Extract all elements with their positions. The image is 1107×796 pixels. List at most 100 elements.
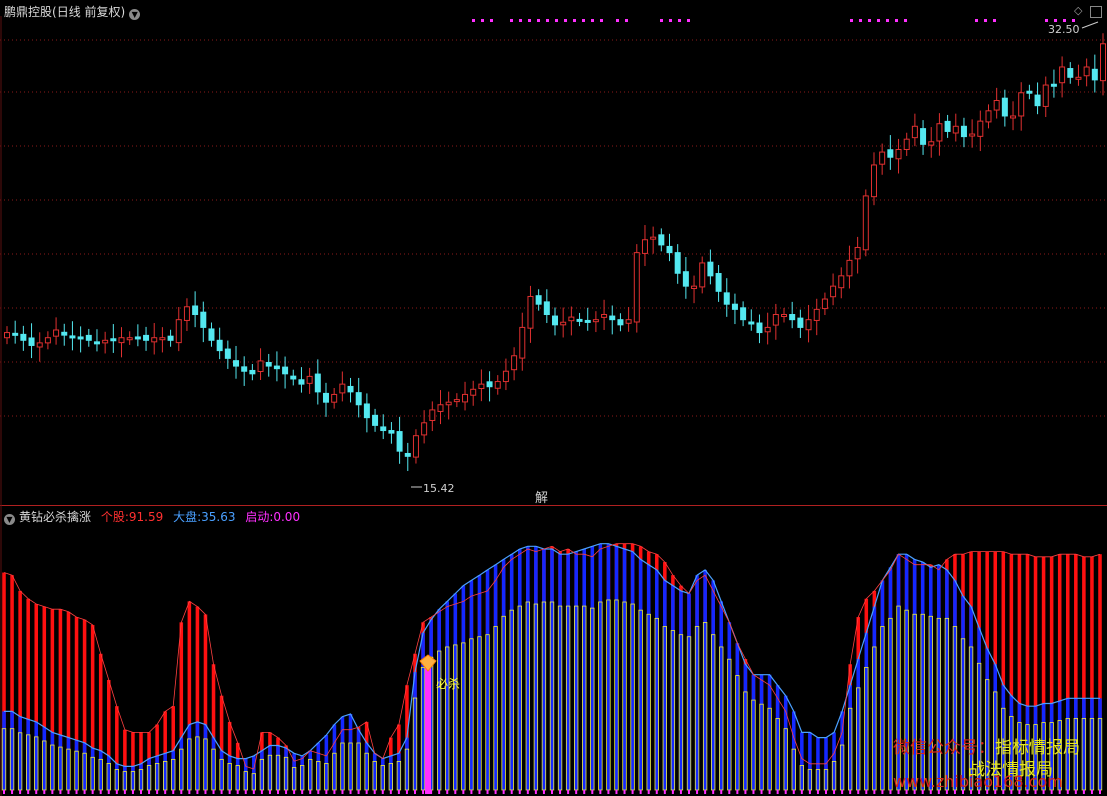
market-bar (58, 734, 63, 790)
candle-up (903, 138, 910, 150)
market-bar (147, 758, 151, 790)
candle-down (658, 234, 665, 246)
candle-up (306, 375, 313, 384)
market-bar (582, 548, 587, 790)
start-dot (639, 790, 642, 794)
candle-up (772, 314, 779, 326)
market-bar (203, 724, 208, 790)
price-annotations: 32.50 15.42 解 (411, 21, 1099, 506)
candle-up (519, 326, 526, 359)
high-pointer (1081, 21, 1099, 29)
start-dot (204, 790, 207, 794)
market-bar (735, 643, 740, 790)
signal-dot (850, 19, 853, 22)
start-dot (123, 790, 126, 794)
market-bar (880, 580, 885, 790)
market-bar (445, 601, 450, 790)
candle-down (208, 328, 215, 341)
start-dot (583, 790, 586, 794)
individual-label: 个股: (100, 510, 129, 524)
candle-up (1100, 43, 1106, 82)
start-dot (833, 790, 836, 794)
signal-dot (582, 19, 585, 22)
start-dot (3, 790, 5, 794)
start-dot (228, 790, 231, 794)
start-dot (59, 790, 62, 794)
candle-up (813, 308, 820, 321)
market-bar (566, 554, 570, 790)
candle-down (944, 120, 951, 132)
start-dot (720, 790, 723, 794)
start-dot (357, 790, 360, 794)
chevron-down-icon[interactable]: ▼ (129, 9, 141, 20)
start-dot (792, 790, 795, 794)
candle-down (486, 381, 493, 388)
market-bar (695, 575, 699, 790)
market-bar (179, 737, 184, 790)
start-dot (317, 790, 320, 794)
candle-down (789, 314, 796, 321)
market-bar (82, 742, 87, 790)
start-dot (164, 790, 167, 794)
candle-down (535, 295, 542, 305)
market-bar (751, 674, 756, 790)
market-bar (106, 755, 111, 790)
market-bar (477, 575, 482, 790)
market-bar (558, 554, 562, 790)
market-bar (791, 711, 796, 790)
start-dot (534, 790, 537, 794)
signal-dot (573, 19, 576, 22)
start-dot (559, 790, 562, 794)
start-dot (309, 790, 312, 794)
market-bar (590, 546, 595, 790)
market-bar (526, 546, 530, 790)
market-bar (90, 748, 95, 790)
market-value: 35.63 (201, 510, 236, 524)
start-dot (679, 790, 682, 794)
market-bar (372, 753, 377, 790)
candlestick-series (4, 33, 1106, 472)
start-dot (397, 790, 400, 794)
window-box-icon[interactable] (1090, 6, 1102, 18)
candle-down (731, 303, 738, 310)
price-gridlines (0, 39, 1107, 417)
start-dot (470, 790, 473, 794)
candle-up (175, 319, 182, 344)
market-bar (187, 724, 192, 790)
candle-up (568, 316, 575, 322)
market-bar (131, 766, 135, 790)
candle-up (429, 409, 436, 421)
high-price-label: 32.50 (1048, 23, 1080, 36)
start-dot (389, 790, 392, 794)
candle-up (1018, 92, 1025, 117)
start-dot (43, 790, 46, 794)
candle-up (412, 435, 419, 458)
signal-dot (687, 19, 690, 22)
candle-up (53, 329, 60, 337)
start-dot (99, 790, 102, 794)
market-bar (848, 685, 852, 790)
candle-down (69, 335, 76, 339)
start-dot (333, 790, 336, 794)
candle-down (282, 366, 289, 375)
candle-up (895, 148, 902, 160)
chevron-down-icon[interactable]: ▼ (4, 514, 15, 525)
candle-down (265, 361, 272, 367)
signal-dot (537, 19, 540, 22)
market-bar (501, 559, 506, 790)
signal-dot (625, 19, 628, 22)
market-bar (663, 580, 667, 790)
start-dot (462, 790, 465, 794)
start-dot (696, 790, 699, 794)
market-bar (252, 755, 256, 790)
market-bar (98, 750, 103, 790)
market-bar (598, 543, 603, 790)
start-dot (325, 790, 328, 794)
market-bar (340, 716, 345, 790)
market-bar (2, 711, 6, 790)
market-bar (397, 753, 401, 790)
market-bar (227, 755, 232, 790)
diamond-icon[interactable]: ◇ (1074, 4, 1082, 17)
candle-up (862, 195, 869, 251)
candle-up (650, 236, 657, 240)
